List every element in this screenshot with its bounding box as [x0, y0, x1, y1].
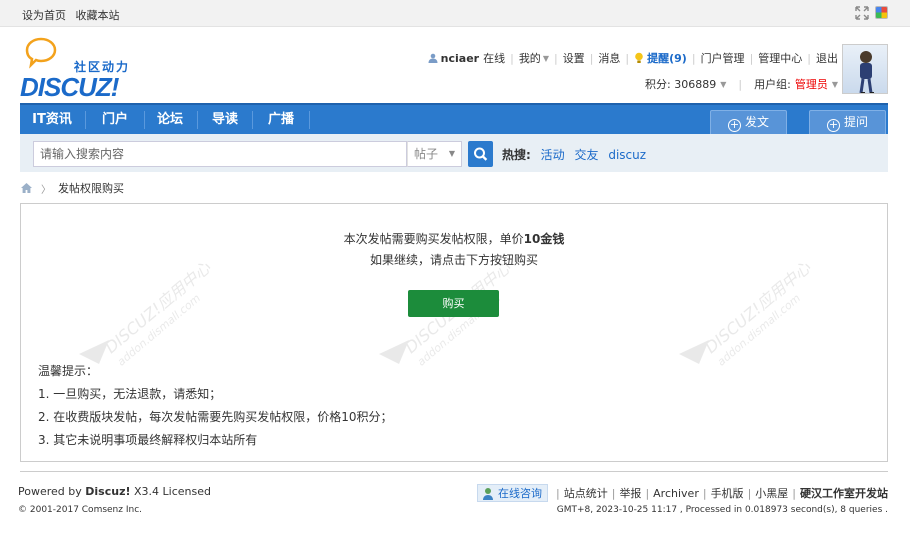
footer-link-mobile[interactable]: 手机版 [711, 485, 744, 501]
powered-by: Powered by Discuz! X3.4 Licensed [18, 485, 211, 498]
logout-link[interactable]: 退出 [816, 50, 838, 66]
search-button[interactable] [468, 141, 493, 167]
chevron-right-icon: 〉 [41, 184, 51, 196]
chevron-down-icon: ▼ [831, 79, 838, 89]
powered-brand-link[interactable]: Discuz! [85, 485, 130, 498]
user-bar: nciaer 在线 | 我的 ▼ | 设置 | 消息 | 提醒(9) | 门户管理… [428, 50, 838, 66]
messages-link[interactable]: 消息 [598, 50, 620, 66]
processing-stats: GMT+8, 2023-10-25 11:17 , Processed in 0… [556, 505, 888, 515]
footer-link-archiver[interactable]: Archiver [653, 487, 699, 500]
nav-item-portal[interactable]: 门户 [88, 105, 142, 134]
expand-arrows-icon[interactable] [855, 6, 869, 20]
footer-divider [20, 471, 888, 472]
chat-avatar-icon [483, 488, 493, 500]
purchase-instruction: 如果继续，请点击下方按钮购买 [369, 253, 538, 267]
bookmark-link[interactable]: 收藏本站 [76, 9, 120, 22]
hot-tag[interactable]: 交友 [574, 148, 598, 162]
buy-button[interactable]: 购买 [408, 290, 499, 317]
search-input[interactable]: 请输入搜索内容 [33, 141, 407, 167]
purchase-panel: DISCUZ!应用中心addon.dismall.com DISCUZ!应用中心… [20, 203, 888, 462]
my-menu[interactable]: 我的 [519, 50, 541, 66]
footer-link-studio[interactable]: 硬汉工作室开发站 [800, 485, 888, 501]
purchase-price: 10金钱 [523, 232, 565, 246]
svg-text:DISCUZ!应用中心: DISCUZ!应用中心 [701, 257, 815, 357]
tip-item: 3. 其它未说明事项最终解释权归本站所有 [38, 433, 258, 447]
search-scope-value: 帖子 [414, 147, 439, 161]
footer-link-report[interactable]: 举报 [619, 485, 641, 501]
search-icon [474, 147, 488, 161]
online-status[interactable]: 在线 [483, 50, 505, 66]
breadcrumb-current: 发帖权限购买 [58, 182, 124, 195]
footer-link-stats[interactable]: 站点统计 [564, 485, 608, 501]
site-logo[interactable]: 社区动力 DISCUZ! [20, 36, 150, 102]
tip-item: 2. 在收费版块发帖，每次发帖需要先购买发帖权限，价格10积分； [38, 410, 393, 424]
plus-icon: + [826, 118, 840, 132]
tip-item: 1. 一旦购买，无法退款，请悉知； [38, 387, 222, 401]
home-icon[interactable] [20, 182, 33, 194]
credits-bar: 积分: 306889 ▼ | 用户组: 管理员 ▼ [645, 76, 838, 92]
top-strip: 设为首页 收藏本站 [0, 0, 910, 27]
purchase-message-text: 本次发帖需要购买发帖权限，单价 [343, 232, 524, 246]
set-home-link[interactable]: 设为首页 [22, 9, 66, 22]
hot-tag[interactable]: discuz [608, 148, 646, 162]
nav-item-guide[interactable]: 导读 [199, 105, 251, 134]
version-text: X3.4 Licensed [134, 485, 211, 498]
hot-tag[interactable]: 活动 [541, 148, 565, 162]
usergroup-link[interactable]: 管理员 [795, 76, 828, 92]
hot-search: 热搜: 活动 交友 discuz [502, 146, 652, 163]
settings-link[interactable]: 设置 [563, 50, 585, 66]
footer-link-blacklist[interactable]: 小黑屋 [755, 485, 788, 501]
svg-text:addon.dismall.com: addon.dismall.com [115, 292, 203, 369]
svg-text:addon.dismall.com: addon.dismall.com [715, 292, 803, 369]
portal-manage-link[interactable]: 门户管理 [701, 50, 745, 66]
chevron-down-icon: ▼ [542, 53, 549, 63]
usergroup-label: 用户组: [754, 78, 791, 91]
username-link[interactable]: nciaer [441, 52, 479, 65]
footer-links: 在线咨询 | 站点统计 | 举报 | Archiver | 手机版 | 小黑屋 … [477, 484, 888, 502]
online-consult-label: 在线咨询 [498, 487, 542, 500]
chevron-down-icon: ▼ [448, 149, 455, 158]
top-links: 设为首页 收藏本站 [22, 7, 126, 23]
purchase-message: 本次发帖需要购买发帖权限，单价10金钱 [21, 230, 887, 247]
nav-item-forum[interactable]: 论坛 [145, 105, 195, 134]
plus-icon: + [727, 118, 741, 132]
ask-question-button[interactable]: + 提问 [809, 110, 886, 134]
breadcrumb: 〉 发帖权限购买 [20, 180, 124, 196]
copyright: © 2001-2017 Comsenz Inc. [18, 505, 143, 515]
user-icon [428, 53, 438, 63]
online-consult-button[interactable]: 在线咨询 [477, 484, 548, 502]
hot-search-label: 热搜: [502, 148, 531, 162]
main-nav: IT资讯 门户 论坛 导读 广播 + 发文 + 提问 [20, 103, 888, 134]
tips-list: 温馨提示： 1. 一旦购买，无法退款，请悉知； 2. 在收费版块发帖，每次发帖需… [38, 360, 393, 452]
speech-bubble-icon [25, 37, 57, 69]
nav-item-it-news[interactable]: IT资讯 [23, 105, 81, 134]
post-article-label: 发文 [744, 115, 769, 129]
post-article-button[interactable]: + 发文 [710, 110, 787, 134]
bulb-icon [635, 52, 643, 63]
admin-center-link[interactable]: 管理中心 [758, 50, 802, 66]
credits-link[interactable]: 积分: 306889 [645, 76, 716, 92]
search-scope-select[interactable]: 帖子 ▼ [407, 141, 462, 167]
color-palette-icon[interactable] [875, 6, 888, 19]
nav-item-broadcast[interactable]: 广播 [254, 105, 308, 134]
logo-brand-text: DISCUZ! [20, 72, 119, 102]
top-icons [855, 6, 888, 20]
remind-link[interactable]: 提醒(9) [647, 50, 687, 66]
tips-title: 温馨提示： [38, 364, 99, 378]
powered-prefix: Powered by [18, 485, 82, 498]
svg-text:DISCUZ!应用中心: DISCUZ!应用中心 [101, 257, 215, 357]
avatar[interactable] [842, 44, 888, 94]
search-bar: 请输入搜索内容 帖子 ▼ 热搜: 活动 交友 discuz [20, 134, 888, 172]
ask-question-label: 提问 [843, 115, 868, 129]
chevron-down-icon: ▼ [720, 79, 727, 89]
